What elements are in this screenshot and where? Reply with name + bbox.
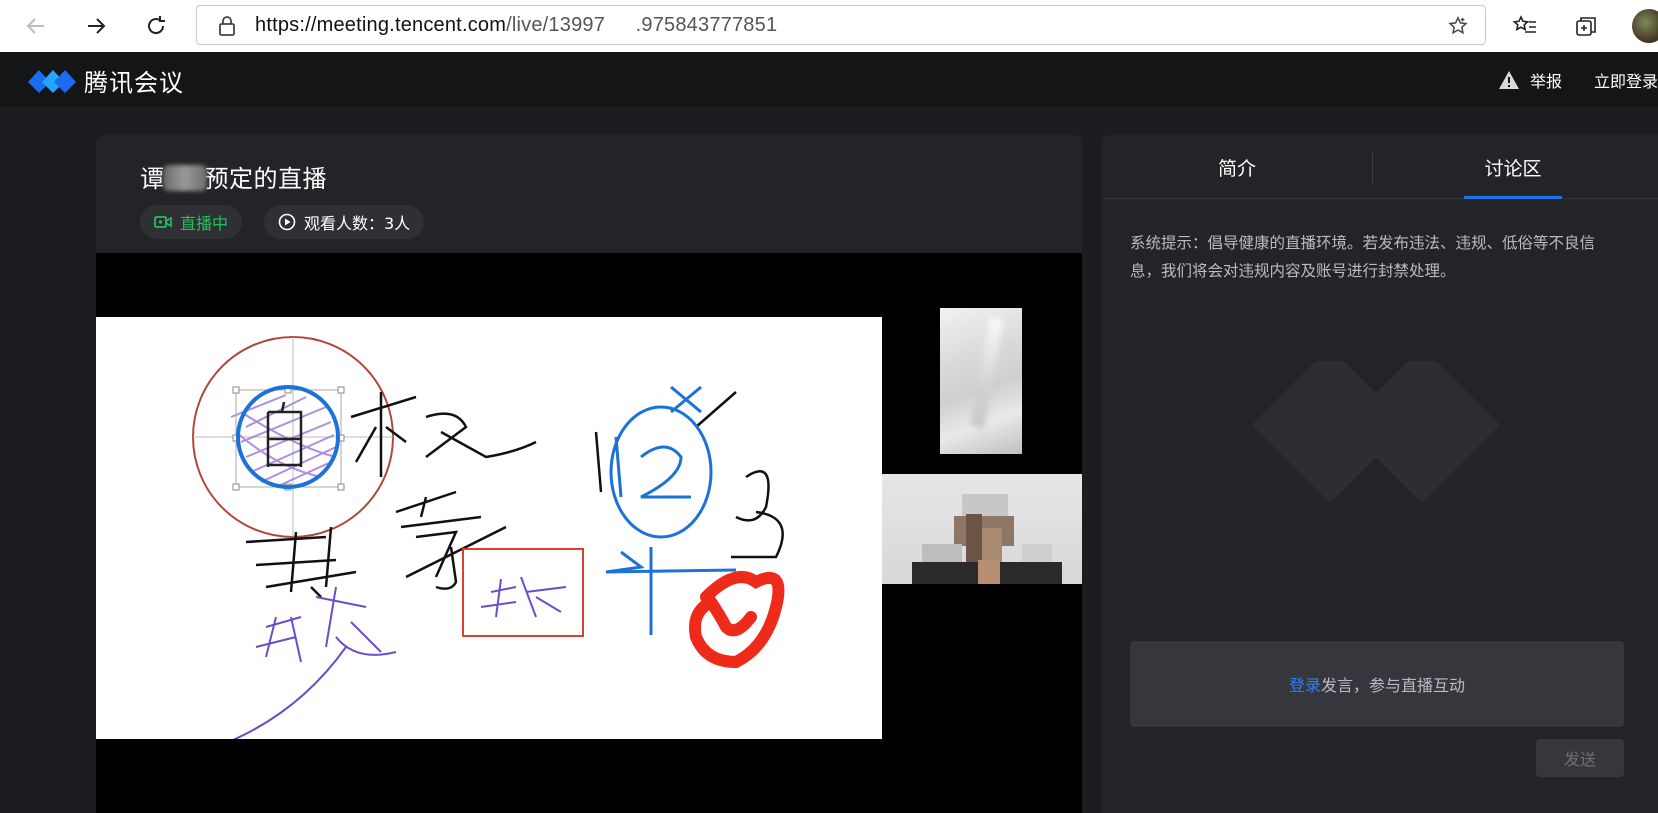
participant-video-thumbnail[interactable]: [940, 308, 1022, 454]
tab-divider: [1372, 152, 1373, 184]
refresh-icon: [148, 16, 165, 35]
whiteboard-drawing: [192, 336, 785, 748]
forward-button[interactable]: [78, 8, 114, 44]
video-player[interactable]: [96, 253, 1082, 813]
side-tabs: 简介 讨论区: [1102, 135, 1658, 199]
chat-prompt-text: 发言，参与直播互动: [1321, 676, 1466, 695]
login-button[interactable]: 立即登录: [1594, 68, 1658, 92]
back-button[interactable]: [18, 8, 54, 44]
title-suffix: 预定的直播: [204, 165, 327, 193]
arrow-left-icon: [26, 18, 44, 34]
avatar[interactable]: [1632, 9, 1658, 43]
tencent-meeting-watermark-icon: [1252, 361, 1500, 501]
play-circle-icon: [278, 213, 296, 231]
lock-icon: [219, 16, 235, 36]
viewer-count-label: 观看人数：3人: [304, 214, 411, 233]
redacted-name: [162, 165, 207, 191]
arrow-right-icon: [88, 18, 106, 34]
whiteboard-screen-share: [96, 317, 882, 748]
collections-icon[interactable]: [1574, 14, 1598, 38]
url-path: /live/13997 .975843777851: [506, 14, 778, 36]
viewer-count-badge: 观看人数：3人: [264, 205, 425, 239]
participant-video-pixelated[interactable]: [882, 474, 1082, 584]
side-panel: 简介 讨论区 系统提示：倡导健康的直播环境。若发布违法、违规、低俗等不良信息，我…: [1102, 135, 1658, 813]
tencent-meeting-logo-icon: [28, 70, 76, 93]
tencent-meeting-logo[interactable]: 腾讯会议: [26, 65, 184, 97]
system-tip: 系统提示：倡导健康的直播环境。若发布违法、违规、低俗等不良信息，我们将会对违规内…: [1130, 234, 1596, 280]
report-label: 举报: [1529, 71, 1562, 91]
header-actions: 举报 立即登录: [1498, 52, 1658, 107]
chat-input-placeholder[interactable]: 登录 发言，参与直播互动: [1130, 641, 1624, 727]
url-host: https://meeting.tencent.com: [255, 14, 507, 36]
star-icon[interactable]: [1447, 15, 1469, 37]
app-header: 腾讯会议 举报 立即登录: [0, 52, 1658, 107]
warning-icon: [1498, 70, 1519, 89]
report-button[interactable]: 举报: [1498, 68, 1562, 92]
title-prefix: 谭: [140, 165, 165, 193]
tab-intro[interactable]: 简介: [1102, 135, 1372, 199]
logo-text: 腾讯会议: [84, 68, 184, 97]
url-text: https://meeting.tencent.com/live/13997 .…: [255, 14, 777, 37]
favorites-icon[interactable]: [1512, 14, 1538, 38]
refresh-button[interactable]: [138, 8, 174, 44]
tab-discussion[interactable]: 讨论区: [1378, 135, 1648, 199]
live-panel: 谭 预定的直播 直播中 观看人数：3人: [96, 135, 1082, 813]
browser-toolbar: https://meeting.tencent.com/live/13997 .…: [0, 0, 1658, 52]
video-camera-icon: [154, 216, 172, 228]
chat-login-link[interactable]: 登录: [1289, 672, 1321, 696]
address-bar[interactable]: https://meeting.tencent.com/live/13997 .…: [196, 5, 1486, 45]
page-title: 谭 预定的直播: [140, 159, 327, 194]
live-badges: 直播中 观看人数：3人: [140, 205, 425, 239]
live-status-label: 直播中: [180, 214, 229, 233]
live-status-badge: 直播中: [140, 205, 243, 239]
active-tab-indicator: [1464, 196, 1562, 199]
send-button[interactable]: 发送: [1536, 739, 1624, 777]
